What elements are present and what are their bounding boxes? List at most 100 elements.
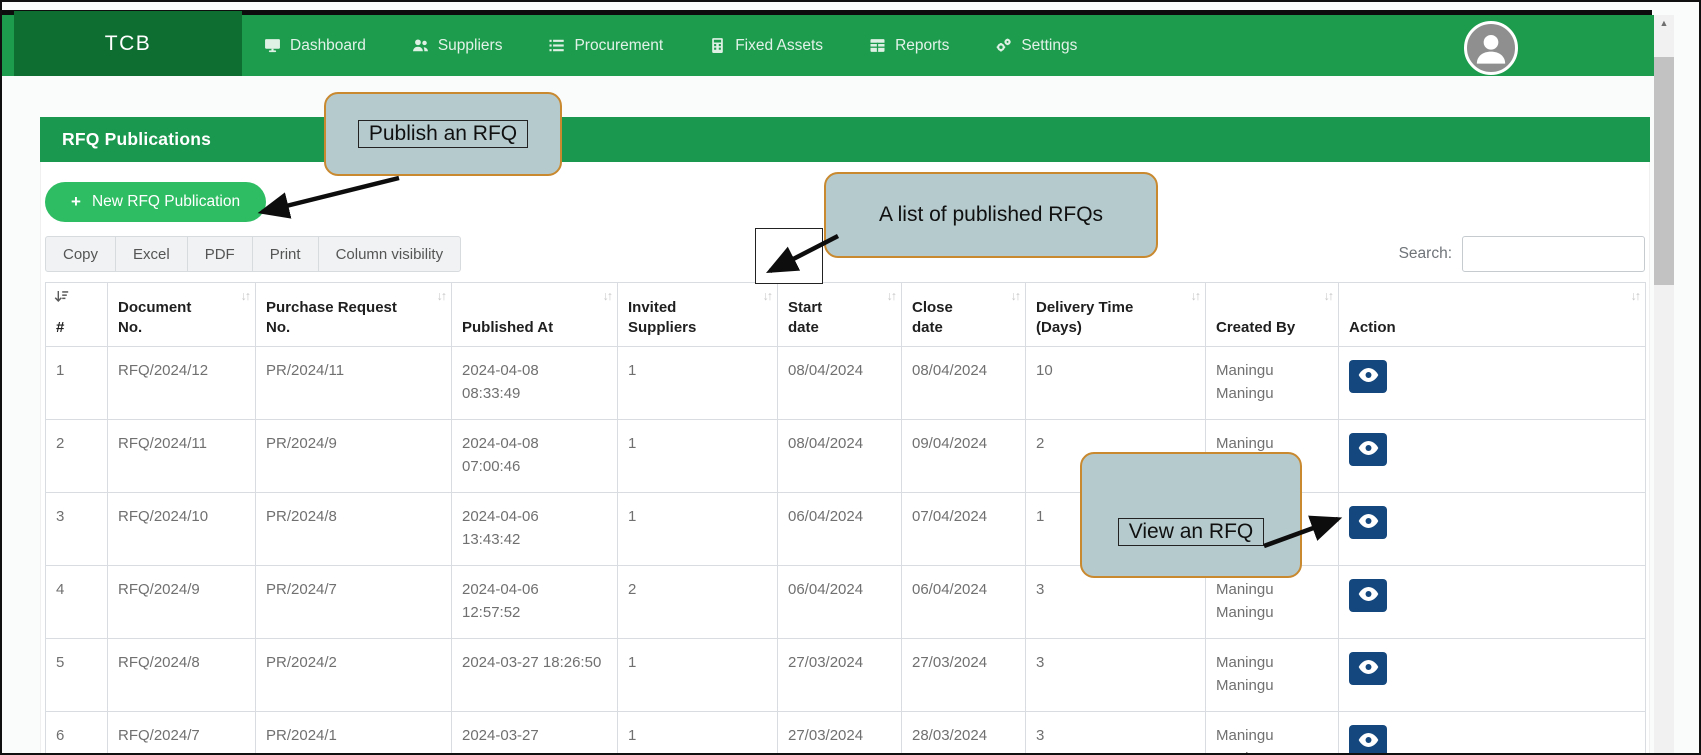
nav-item-reports[interactable]: Reports xyxy=(869,37,949,55)
cell-document-no: RFQ/2024/12 xyxy=(107,346,256,420)
column-header-label: Created By xyxy=(1216,318,1296,336)
fixed-assets-icon xyxy=(709,37,726,54)
sort-arrows-icon: ↓↑ xyxy=(1190,289,1201,303)
table-body: 1 RFQ/2024/12 PR/2024/11 2024-04-08 08:33:49… xyxy=(45,346,1646,753)
view-rfq-button[interactable] xyxy=(1349,433,1387,466)
cell-close-date: 08/04/2024 xyxy=(901,346,1026,420)
cell-num: 3 xyxy=(45,492,108,566)
plus-icon: + xyxy=(71,192,81,211)
column-header-label: Start date xyxy=(788,298,823,336)
annotation-list-of-rfqs-text: A list of published RFQs xyxy=(878,203,1104,226)
scroll-up-button[interactable]: ▲ xyxy=(1654,15,1674,31)
cell-invited-suppliers: 1 xyxy=(617,346,778,420)
brand-logo[interactable]: TCB xyxy=(14,11,242,76)
nav-item-fixed-assets[interactable]: Fixed Assets xyxy=(709,37,823,55)
column-header-label: Document No. xyxy=(118,298,192,336)
cell-action xyxy=(1338,711,1646,753)
cell-document-no: RFQ/2024/9 xyxy=(107,565,256,639)
column-header-created-by[interactable]: ↓↑ Created By xyxy=(1205,282,1339,347)
cell-start-date: 08/04/2024 xyxy=(777,346,902,420)
reports-icon xyxy=(869,37,886,54)
cell-invited-suppliers: 1 xyxy=(617,419,778,493)
table-row: 2 RFQ/2024/11 PR/2024/9 2024-04-08 07:00:46 1… xyxy=(45,419,1646,493)
cell-created-by: Maningu Maningu xyxy=(1205,638,1339,712)
rfq-table: # ↓↑ Document No. ↓↑ Purchase Request No. ↓↑ Pub… xyxy=(45,282,1646,753)
column-header-[interactable]: # xyxy=(45,282,108,347)
column-header-invited-suppliers[interactable]: ↓↑ Invited Suppliers xyxy=(617,282,778,347)
toolbar-print-button[interactable]: Print xyxy=(251,236,319,272)
sort-arrows-icon: ↓↑ xyxy=(762,289,773,303)
scrollbar-thumb[interactable] xyxy=(1654,57,1674,285)
toolbar-pdf-button[interactable]: PDF xyxy=(186,236,253,272)
column-header-published-at[interactable]: ↓↑ Published At xyxy=(451,282,618,347)
view-rfq-button[interactable] xyxy=(1349,725,1387,753)
new-rfq-publication-button[interactable]: + New RFQ Publication xyxy=(45,182,267,222)
annotation-list-of-rfqs: A list of published RFQs xyxy=(824,172,1158,258)
cell-num: 1 xyxy=(45,346,108,420)
table-row: 6RFQ/2024/7PR/2024/12024-03-2710:00:2412… xyxy=(45,711,1646,753)
cell-purchase-request-no: PR/2024/1 xyxy=(255,711,452,753)
nav-item-label: Settings xyxy=(1021,36,1078,54)
nav-item-settings[interactable]: Settings xyxy=(995,37,1077,55)
table-row: 5 RFQ/2024/8 PR/2024/2 2024-03-27 18:26:50 1… xyxy=(45,638,1646,712)
top-navbar: TCB Dashboard Suppliers Procurement Fixed A… xyxy=(2,11,1654,76)
cell-published-at: 2024-04-08 07:00:46 xyxy=(451,419,618,493)
toolbar-excel-button[interactable]: Excel xyxy=(115,236,188,272)
nav-item-suppliers[interactable]: Suppliers xyxy=(412,36,503,55)
table-row: 3 RFQ/2024/10 PR/2024/8 2024-04-06 13:43:42 1… xyxy=(45,492,1646,566)
cell-action xyxy=(1338,492,1646,566)
cell-num: 5 xyxy=(45,638,108,712)
vertical-scrollbar[interactable]: ▲ xyxy=(1654,15,1674,753)
view-rfq-button[interactable] xyxy=(1349,360,1387,393)
column-header-label: Purchase Request No. xyxy=(266,298,397,336)
cell-invited-suppliers: 1 xyxy=(617,711,778,753)
annotation-view-rfq-text: View an RFQ xyxy=(1117,518,1265,546)
table-header-row: # ↓↑ Document No. ↓↑ Purchase Request No. ↓↑ Pub… xyxy=(45,282,1646,347)
nav-item-dashboard[interactable]: Dashboard xyxy=(264,37,366,55)
cell-published-at: 2024-03-27 18:26:50 xyxy=(451,638,618,712)
dashboard-icon xyxy=(264,37,281,54)
eye-icon xyxy=(1358,440,1379,459)
column-header-action[interactable]: ↓↑ Action xyxy=(1338,282,1646,347)
cell-published-at: 2024-04-06 12:57:52 xyxy=(451,565,618,639)
view-rfq-button[interactable] xyxy=(1349,506,1387,539)
cell-document-no: RFQ/2024/8 xyxy=(107,638,256,712)
nav-item-procurement[interactable]: Procurement xyxy=(548,37,663,55)
column-header-start-date[interactable]: ↓↑ Start date xyxy=(777,282,902,347)
view-rfq-button[interactable] xyxy=(1349,652,1387,685)
page-title: RFQ Publications xyxy=(62,129,212,149)
search-input[interactable] xyxy=(1462,236,1645,272)
search-label: Search: xyxy=(1398,245,1452,262)
cell-close-date: 09/04/2024 xyxy=(901,419,1026,493)
column-header-label: Action xyxy=(1349,318,1396,336)
cell-purchase-request-no: PR/2024/9 xyxy=(255,419,452,493)
toolbar-copy-button[interactable]: Copy xyxy=(45,236,117,272)
cell-document-no: RFQ/2024/11 xyxy=(107,419,256,493)
annotation-white-box xyxy=(755,228,823,284)
sort-arrows-icon: ↓↑ xyxy=(886,289,897,303)
toolbar-column-visibility-button[interactable]: Column visibility xyxy=(317,236,462,272)
cell-start-date: 27/03/2024 xyxy=(777,711,902,753)
sort-arrows-icon: ↓↑ xyxy=(240,289,251,303)
column-header-purchase-request-no[interactable]: ↓↑ Purchase Request No. xyxy=(255,282,452,347)
table-row: 4 RFQ/2024/9 PR/2024/7 2024-04-06 12:57:52 2 0… xyxy=(45,565,1646,639)
column-header-label: Invited Suppliers xyxy=(628,298,697,336)
cell-num: 2 xyxy=(45,419,108,493)
column-header-close-date[interactable]: ↓↑ Close date xyxy=(901,282,1026,347)
sort-amount-icon xyxy=(54,290,69,303)
cell-published-at: 2024-03-2710:00:24 xyxy=(451,711,618,753)
sort-arrows-icon: ↓↑ xyxy=(436,289,447,303)
view-rfq-button[interactable] xyxy=(1349,579,1387,612)
nav-item-label: Suppliers xyxy=(437,36,503,54)
procurement-icon xyxy=(548,37,565,54)
cell-invited-suppliers: 2 xyxy=(617,565,778,639)
cell-action xyxy=(1338,419,1646,493)
cell-action xyxy=(1338,565,1646,639)
table-row: 1 RFQ/2024/12 PR/2024/11 2024-04-08 08:33:49… xyxy=(45,346,1646,420)
cell-close-date: 27/03/2024 xyxy=(901,638,1026,712)
cell-action xyxy=(1338,346,1646,420)
column-header-document-no[interactable]: ↓↑ Document No. xyxy=(107,282,256,347)
column-header-delivery-time-days[interactable]: ↓↑ Delivery Time (Days) xyxy=(1025,282,1206,347)
user-avatar[interactable] xyxy=(1464,21,1518,75)
cell-close-date: 28/03/2024 xyxy=(901,711,1026,753)
